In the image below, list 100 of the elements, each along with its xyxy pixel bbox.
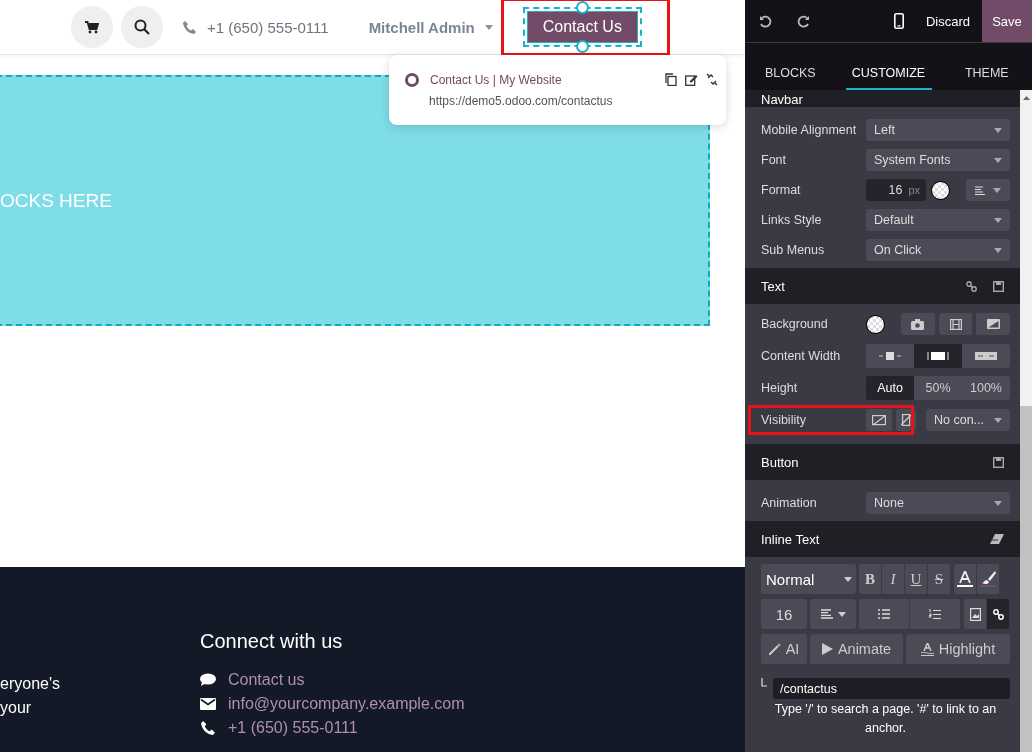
eraser-icon[interactable] bbox=[990, 534, 1004, 544]
section-title: Button bbox=[761, 454, 799, 470]
undo-icon[interactable] bbox=[759, 14, 772, 28]
mobile-preview-icon[interactable] bbox=[893, 13, 904, 29]
section-title: Inline Text bbox=[761, 531, 820, 547]
font-size-field[interactable]: 16 bbox=[761, 599, 807, 629]
caret-icon bbox=[994, 127, 1002, 133]
narrow-width-icon bbox=[879, 352, 901, 360]
play-icon bbox=[821, 643, 833, 655]
text-color-button[interactable] bbox=[954, 564, 977, 594]
scrollbar-thumb[interactable] bbox=[1020, 406, 1032, 752]
option-label: Visibility bbox=[761, 413, 807, 427]
link-title[interactable]: Contact Us | My Website bbox=[430, 72, 665, 87]
phone-number: +1 (650) 555-0111 bbox=[207, 18, 329, 36]
hide-mobile-button[interactable] bbox=[896, 409, 916, 431]
save-icon[interactable] bbox=[993, 456, 1004, 468]
align-dropdown[interactable] bbox=[966, 179, 1010, 201]
image-icon bbox=[969, 607, 981, 621]
link-hint: Type '/' to search a page. '#' to link to an anchor. bbox=[773, 701, 998, 737]
link-url: https://demo5.odoo.com/contactus bbox=[429, 93, 614, 108]
url-input[interactable]: /contactus bbox=[773, 678, 1010, 699]
scrollbar[interactable] bbox=[1020, 90, 1032, 752]
option-dropdown[interactable]: None bbox=[866, 492, 1010, 514]
caret-icon bbox=[993, 187, 1001, 193]
option-dropdown[interactable]: System Fonts bbox=[866, 149, 1010, 171]
camera-icon bbox=[911, 318, 925, 330]
highlight-icon bbox=[920, 642, 934, 656]
copy-icon[interactable] bbox=[665, 73, 677, 86]
option-dropdown[interactable]: Left bbox=[866, 119, 1010, 141]
text-format-button[interactable]: B bbox=[859, 564, 882, 594]
highlight-button[interactable]: Highlight bbox=[906, 634, 1010, 664]
drop-zone-text: OCKS HERE bbox=[0, 189, 112, 212]
option-dropdown[interactable]: Default bbox=[866, 209, 1010, 231]
scroll-up-icon[interactable] bbox=[1022, 96, 1030, 100]
option-label: Format bbox=[761, 183, 802, 197]
page-icon bbox=[405, 72, 419, 87]
align-left-icon bbox=[975, 185, 985, 195]
magic-wand-icon bbox=[768, 643, 781, 655]
editor-tab[interactable]: BLOCKS bbox=[745, 58, 836, 90]
phone-icon bbox=[200, 721, 216, 735]
font-size-field[interactable]: 16 px bbox=[866, 179, 926, 201]
speech-bubble-icon bbox=[200, 673, 216, 687]
option-label: Sub Menus bbox=[761, 243, 826, 257]
link-icon[interactable] bbox=[966, 280, 977, 292]
hide-desktop-button[interactable] bbox=[866, 409, 892, 431]
width-option[interactable] bbox=[866, 344, 914, 368]
option-label: Height bbox=[761, 381, 799, 395]
save-button[interactable]: Save bbox=[982, 0, 1032, 42]
caret-icon bbox=[994, 157, 1002, 163]
section-title: Navbar bbox=[761, 92, 803, 107]
search-button[interactable] bbox=[121, 6, 163, 48]
discard-button[interactable]: Discard bbox=[925, 13, 982, 29]
animate-button[interactable]: Animate bbox=[810, 634, 903, 664]
video-button[interactable] bbox=[938, 313, 973, 335]
redo-icon[interactable] bbox=[797, 14, 810, 28]
text-format-button[interactable]: S bbox=[928, 564, 951, 594]
editor-tab[interactable]: THEME bbox=[941, 58, 1032, 90]
color-picker[interactable] bbox=[931, 180, 950, 200]
image-button[interactable] bbox=[901, 313, 935, 335]
contact-us-button[interactable]: Contact Us bbox=[526, 11, 638, 43]
section-title: Text bbox=[761, 278, 785, 294]
link-button[interactable] bbox=[987, 599, 1010, 629]
align-dropdown[interactable] bbox=[810, 599, 856, 629]
height-option[interactable]: 50% bbox=[914, 376, 962, 400]
caret-icon bbox=[994, 500, 1002, 506]
gradient-button[interactable] bbox=[976, 313, 1010, 335]
caret-icon bbox=[994, 417, 1002, 423]
cart-button[interactable] bbox=[71, 6, 113, 48]
paragraph-style-dropdown[interactable]: Normal bbox=[761, 564, 856, 594]
unlink-icon[interactable] bbox=[706, 73, 718, 86]
ai-button[interactable]: AI bbox=[761, 634, 807, 664]
height-option[interactable]: Auto bbox=[866, 376, 914, 400]
cart-icon bbox=[85, 20, 99, 34]
link-icon bbox=[992, 608, 1004, 620]
save-icon[interactable] bbox=[993, 280, 1004, 292]
text-format-button[interactable]: I bbox=[882, 564, 905, 594]
width-option[interactable] bbox=[914, 344, 962, 368]
height-option[interactable]: 100% bbox=[962, 376, 1010, 400]
film-icon bbox=[949, 318, 962, 330]
edit-icon[interactable] bbox=[685, 73, 698, 86]
option-label: Animation bbox=[761, 496, 818, 510]
caret-icon bbox=[484, 24, 493, 30]
option-label: Content Width bbox=[761, 349, 842, 363]
font-color-icon bbox=[957, 571, 973, 587]
option-dropdown[interactable]: On Click bbox=[866, 239, 1010, 261]
color-picker[interactable] bbox=[866, 314, 885, 334]
footer-link[interactable]: +1 (650) 555-0111 bbox=[228, 719, 358, 737]
monitor-off-icon bbox=[872, 414, 886, 426]
highlight-color-button[interactable] bbox=[977, 564, 1000, 594]
user-menu[interactable]: Mitchell Admin bbox=[368, 18, 493, 36]
align-left-icon bbox=[820, 609, 833, 619]
footer-link[interactable]: Contact us bbox=[228, 671, 305, 689]
stretch-width-icon bbox=[975, 352, 997, 360]
text-format-button[interactable]: U bbox=[905, 564, 928, 594]
visibility-dropdown[interactable]: No con... bbox=[926, 409, 1010, 431]
footer-link[interactable]: info@yourcompany.example.com bbox=[228, 695, 465, 713]
option-label: Font bbox=[761, 153, 787, 167]
footer-heading: Connect with us bbox=[200, 629, 344, 653]
search-icon bbox=[134, 19, 150, 35]
gradient-icon bbox=[986, 319, 1000, 329]
